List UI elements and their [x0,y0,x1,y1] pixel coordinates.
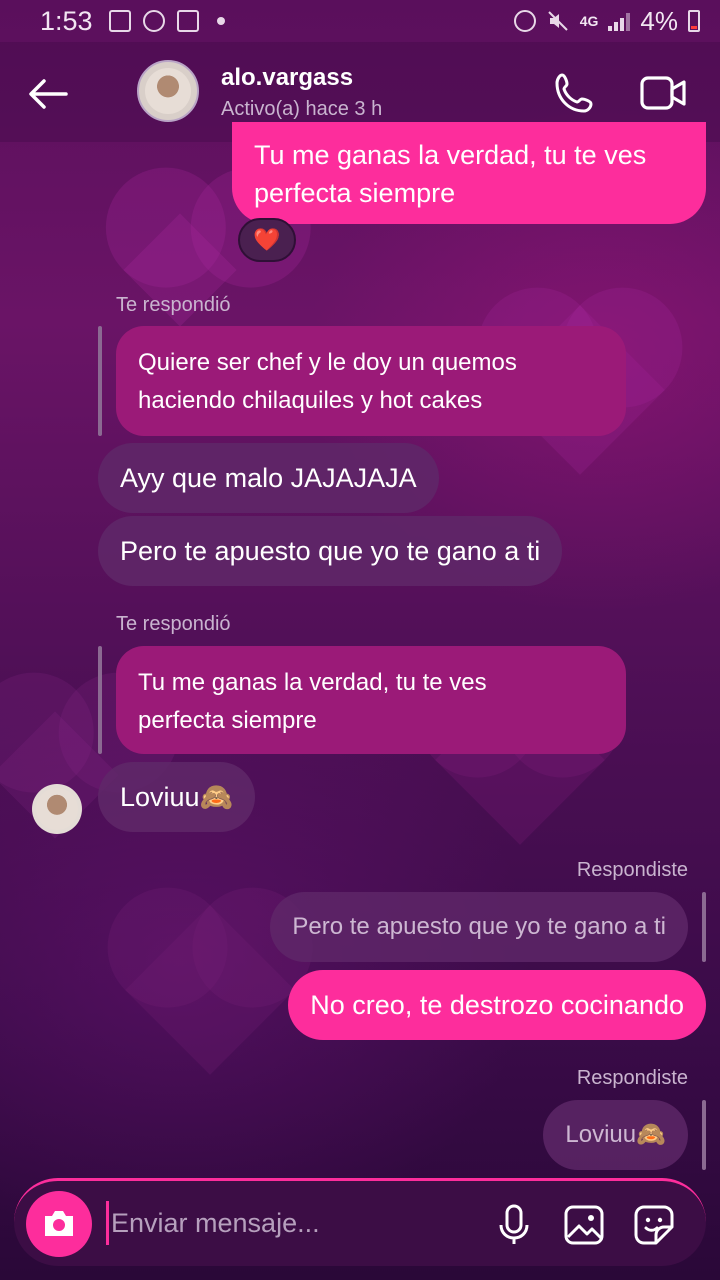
status-bar: 1:53 4G 4% [0,0,720,42]
quoted-text-line: Tu me ganas la verdad, tu te ves [138,669,487,696]
contact-username[interactable]: alo.vargass [221,64,353,92]
message-text: Loviuu [120,782,200,812]
network-type: 4G [579,13,599,29]
avatar[interactable] [137,60,199,122]
received-message[interactable]: Pero te apuesto que yo te gano a ti [98,516,563,586]
camera-button[interactable] [26,1191,92,1257]
sent-message[interactable]: No creo, te destrozo cocinando [288,970,706,1040]
message-text: Pero te apuesto que yo te gano a ti [120,536,541,566]
message-composer [14,1178,706,1266]
message-text-line: perfecta siempre [254,178,456,208]
battery-percent: 4% [640,5,678,36]
keyboard-notification-icon [176,10,199,32]
message-text: Ayy que malo JAJAJAJA [120,463,417,493]
microphone-icon[interactable] [492,1203,536,1247]
more-notifications-dot-icon [216,17,225,25]
heart-reaction[interactable]: ❤️ [238,218,296,262]
gallery-notification-icon [108,10,131,32]
signal-icon [608,11,631,31]
reply-label: Te respondió [116,613,231,635]
quote-bar [98,326,102,436]
chat-screen: 1:53 4G 4% alo.vargass Activo(a) hace 3 … [0,0,720,1280]
arrow-left-icon[interactable] [26,72,70,116]
message-text-line: Tu me ganas la verdad, tu te ves [254,140,647,170]
background-heart [125,905,295,1075]
avatar-photo [36,788,78,830]
reply-label: Te respondió [116,294,231,316]
alarm-icon [513,10,536,32]
phone-icon[interactable] [552,70,598,116]
camera-icon [45,1211,73,1236]
sent-message[interactable]: Tu me ganas la verdad, tu te ves perfect… [232,122,706,224]
avatar[interactable] [32,784,82,834]
quote-bar [98,646,102,754]
sticker-icon[interactable] [632,1203,676,1247]
monkey-emoji-icon: 🙈 [636,1121,666,1148]
quote-bar [702,892,706,962]
message-text: No creo, te destrozo cocinando [310,990,684,1020]
message-input[interactable] [106,1201,476,1245]
quoted-message[interactable]: Tu me ganas la verdad, tu te ves perfect… [116,646,626,754]
battery-icon [688,10,700,32]
heart-icon: ❤️ [253,227,281,252]
received-message[interactable]: Ayy que malo JAJAJAJA [98,443,439,513]
quoted-message[interactable]: Loviuu🙈 [543,1100,688,1170]
quoted-message[interactable]: Quiere ser chef y le doy un quemos hacie… [116,326,626,436]
status-right: 4G 4% [513,5,700,37]
received-message[interactable]: Loviuu🙈 [98,762,256,832]
quoted-text-line: Quiere ser chef y le doy un quemos [138,349,517,376]
quoted-text-line: perfecta siempre [138,707,317,734]
video-camera-icon[interactable] [638,70,688,116]
quoted-message[interactable]: Pero te apuesto que yo te gano a ti [270,892,688,962]
quote-bar [702,1100,706,1170]
sync-notification-icon [142,10,165,32]
status-time: 1:53 [40,5,93,36]
contact-activity-status: Activo(a) hace 3 h [221,98,383,120]
quoted-text: Loviuu [565,1121,637,1148]
quoted-text: Pero te apuesto que yo te gano a ti [292,913,666,940]
quoted-text-line: haciendo chilaquiles y hot cakes [138,387,483,414]
reply-label: Respondiste [576,859,688,881]
avatar-photo [145,68,191,114]
mute-icon [548,11,568,31]
monkey-emoji-icon: 🙈 [199,782,234,812]
reply-label: Respondiste [576,1067,688,1089]
image-icon[interactable] [562,1203,606,1247]
